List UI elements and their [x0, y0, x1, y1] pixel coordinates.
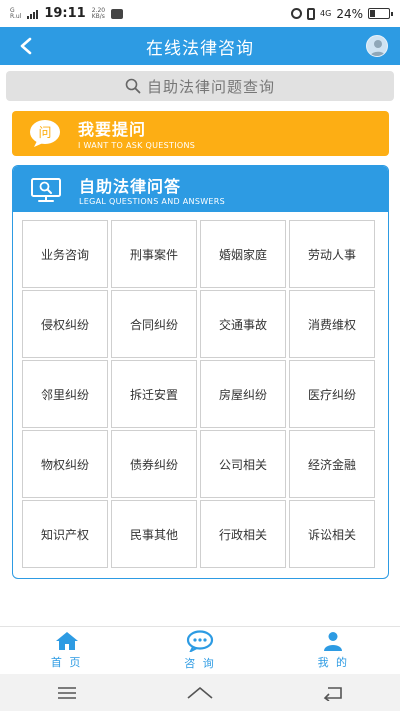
return-icon	[324, 686, 343, 701]
question-bubble-char: 问	[38, 126, 51, 141]
home-icon	[55, 632, 78, 650]
question-bubble-icon: 问	[30, 120, 60, 147]
category-item[interactable]: 物权纠纷	[22, 430, 108, 498]
home-outline-icon	[187, 686, 213, 699]
category-item[interactable]: 经济金融	[289, 430, 375, 498]
category-item[interactable]: 劳动人事	[289, 220, 375, 288]
legal-qa-title: 自助法律问答	[79, 177, 182, 196]
signal-icon	[27, 9, 39, 19]
tab-consult-label: 咨 询	[184, 657, 216, 670]
category-item[interactable]: 民事其他	[111, 500, 197, 568]
category-item[interactable]: 合同纠纷	[111, 290, 197, 358]
profile-button[interactable]	[366, 35, 388, 57]
battery-percent: 24%	[336, 6, 363, 21]
category-item[interactable]: 拆迁安置	[111, 360, 197, 428]
ask-question-button[interactable]: 问 我要提问 I WANT TO ASK QUESTIONS	[12, 111, 389, 156]
battery-icon	[368, 8, 393, 19]
page-title: 在线法律咨询	[146, 38, 254, 59]
tab-consult[interactable]: 咨 询	[133, 627, 266, 674]
menu-button[interactable]	[47, 678, 87, 708]
tab-home-label: 首 页	[50, 656, 83, 669]
back-nav-button[interactable]	[313, 678, 353, 708]
category-item[interactable]: 知识产权	[22, 500, 108, 568]
alarm-icon	[291, 8, 303, 19]
avatar-icon	[370, 40, 386, 56]
category-item[interactable]: 婚姻家庭	[200, 220, 286, 288]
search-bar[interactable]: 自助法律问题查询	[6, 71, 394, 101]
app-header: 在线法律咨询	[0, 27, 400, 65]
search-icon	[125, 78, 141, 94]
search-placeholder: 自助法律问题查询	[146, 77, 275, 96]
category-item[interactable]: 侵权纠纷	[22, 290, 108, 358]
home-button[interactable]	[180, 678, 220, 708]
vibrate-icon	[307, 7, 316, 20]
carrier-indicator: G R.ul	[10, 6, 22, 20]
user-icon	[324, 632, 343, 651]
system-nav-bar	[0, 674, 400, 711]
chat-icon	[186, 630, 214, 652]
category-item[interactable]: 诉讼相关	[289, 500, 375, 568]
menu-icon	[57, 686, 76, 699]
tab-mine[interactable]: 我 的	[267, 627, 400, 674]
legal-qa-panel: 自助法律问答 LEGAL QUESTIONS AND ANSWERS 业务咨询 …	[12, 165, 389, 579]
bottom-tab-bar: 首 页 咨 询 我 的	[0, 626, 400, 674]
category-item[interactable]: 业务咨询	[22, 220, 108, 288]
category-item[interactable]: 刑事案件	[111, 220, 197, 288]
category-item[interactable]: 债券纠纷	[111, 430, 197, 498]
ask-title: 我要提问	[78, 120, 147, 139]
tab-home[interactable]: 首 页	[0, 627, 133, 674]
status-time: 19:11	[44, 6, 86, 21]
chevron-left-icon	[20, 37, 32, 55]
category-item[interactable]: 交通事故	[200, 290, 286, 358]
network-type: 4G	[320, 9, 332, 18]
legal-qa-header: 自助法律问答 LEGAL QUESTIONS AND ANSWERS	[13, 166, 388, 212]
category-item[interactable]: 邻里纠纷	[22, 360, 108, 428]
back-button[interactable]	[14, 34, 38, 58]
category-item[interactable]: 医疗纠纷	[289, 360, 375, 428]
legal-qa-subtitle: LEGAL QUESTIONS AND ANSWERS	[79, 197, 226, 206]
category-grid: 业务咨询 刑事案件 婚姻家庭 劳动人事 侵权纠纷 合同纠纷 交通事故 消费维权 …	[22, 220, 375, 568]
ask-subtitle: I WANT TO ASK QUESTIONS	[78, 141, 196, 150]
category-item[interactable]: 消费维权	[289, 290, 375, 358]
category-item[interactable]: 公司相关	[200, 430, 286, 498]
status-bar: G R.ul 19:11 2.20 KB/s 4G 24%	[0, 0, 400, 27]
monitor-search-icon	[31, 178, 61, 202]
category-item[interactable]: 行政相关	[200, 500, 286, 568]
network-speed: 2.20 KB/s	[91, 6, 106, 20]
notification-icon	[111, 8, 124, 19]
tab-mine-label: 我 的	[317, 656, 350, 669]
category-item[interactable]: 房屋纠纷	[200, 360, 286, 428]
